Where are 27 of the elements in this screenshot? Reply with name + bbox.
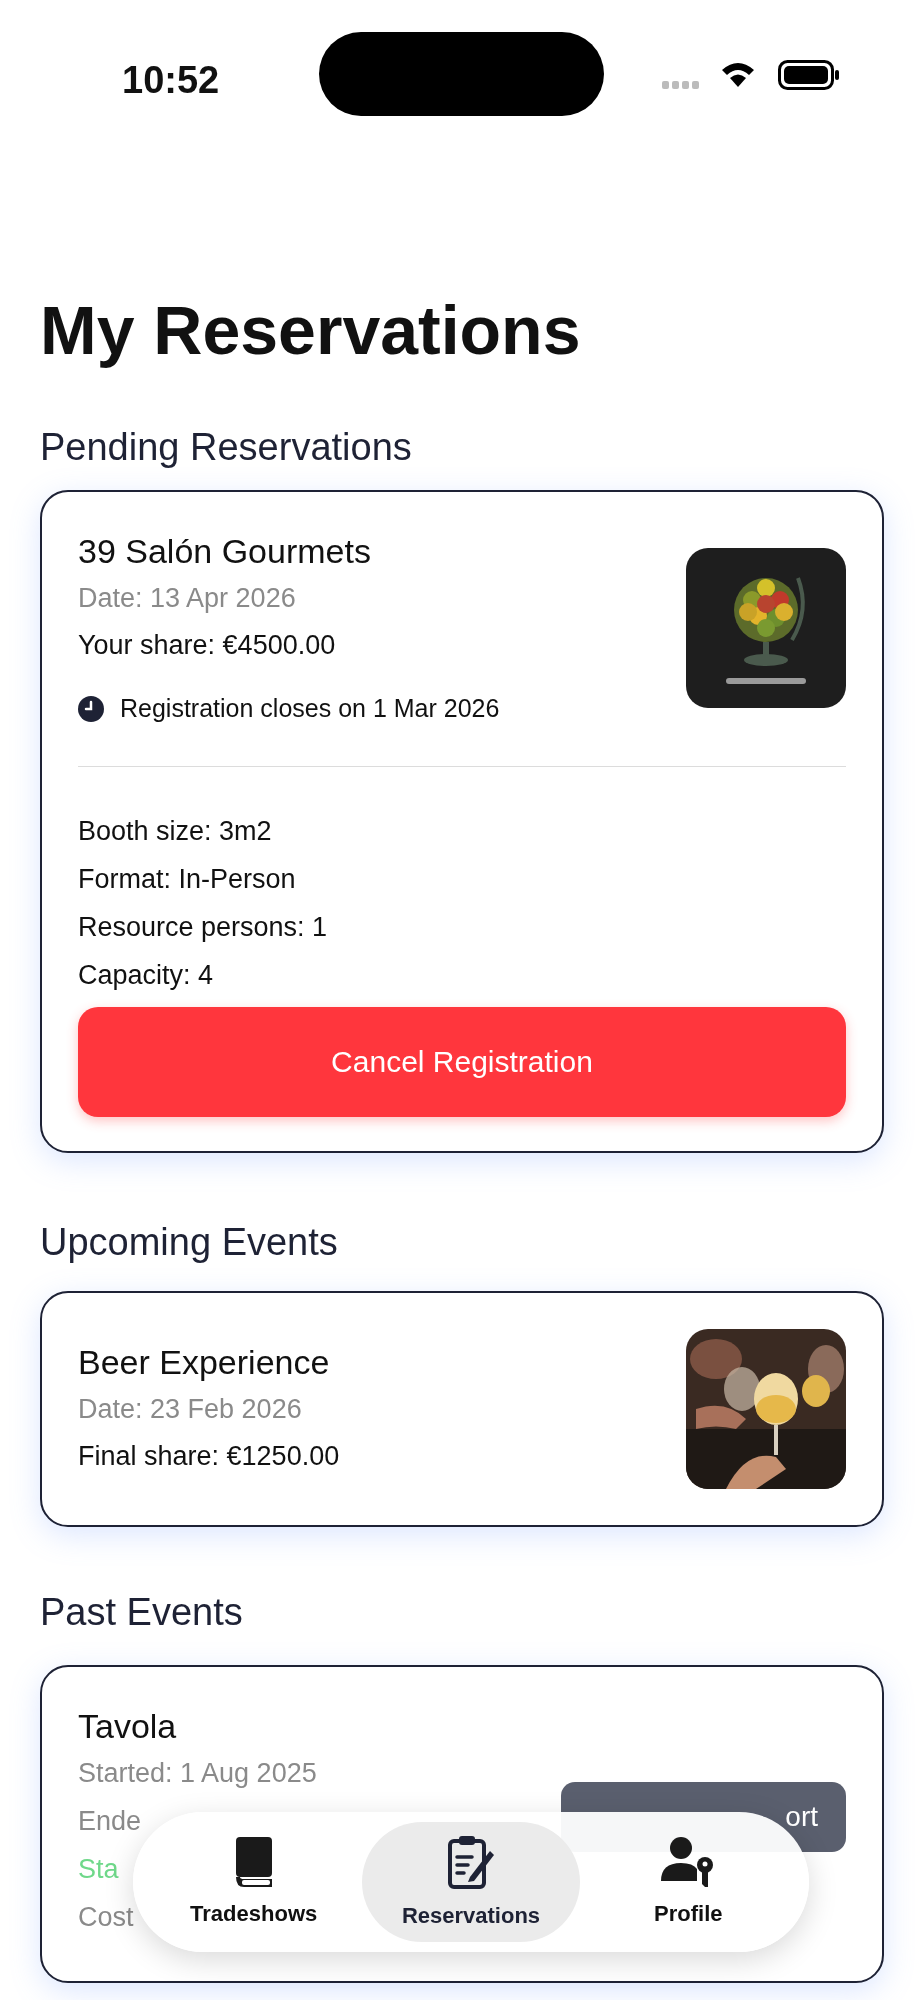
event-name: 39 Salón Gourmets	[78, 531, 372, 572]
event-date: Date: 13 Apr 2026	[78, 582, 297, 615]
detail-text: Capacity: 4	[78, 958, 215, 992]
detail-text: Booth size: 3m2	[78, 814, 273, 848]
event-share: Final share: €1250.00	[78, 1439, 340, 1473]
wifi-icon	[720, 60, 756, 88]
status-time: 10:52	[122, 58, 220, 103]
event-status: Sta	[78, 1852, 119, 1886]
tab-button[interactable]: Tradeshows	[145, 1822, 363, 1942]
deadline-text: Registration closes on 1 Mar 2026	[120, 693, 500, 724]
section-heading: Upcoming Events	[40, 1222, 339, 1261]
event-name: Beer Experience	[78, 1341, 331, 1383]
event-date: Ende	[78, 1804, 142, 1838]
section-heading: Pending Reservations	[40, 428, 413, 466]
tab-button[interactable]: Reservations	[362, 1822, 580, 1942]
detail-text: Resource persons: 1	[78, 910, 329, 944]
clock-icon	[78, 695, 104, 722]
event-date: Started: 1 Aug 2025	[78, 1756, 317, 1790]
battery-icon	[778, 60, 840, 90]
event-name: Tavola	[78, 1705, 177, 1747]
cancel-registration-button[interactable]: Cancel Registration	[78, 1006, 846, 1117]
signal-icon	[662, 81, 702, 91]
detail-text: Format: In-Person	[78, 862, 297, 896]
event-date: Date: 23 Feb 2026	[78, 1392, 303, 1426]
event-cost: Cost	[78, 1900, 134, 1934]
event-share: Your share: €4500.00	[78, 629, 337, 662]
section-heading: Past Events	[40, 1592, 244, 1631]
